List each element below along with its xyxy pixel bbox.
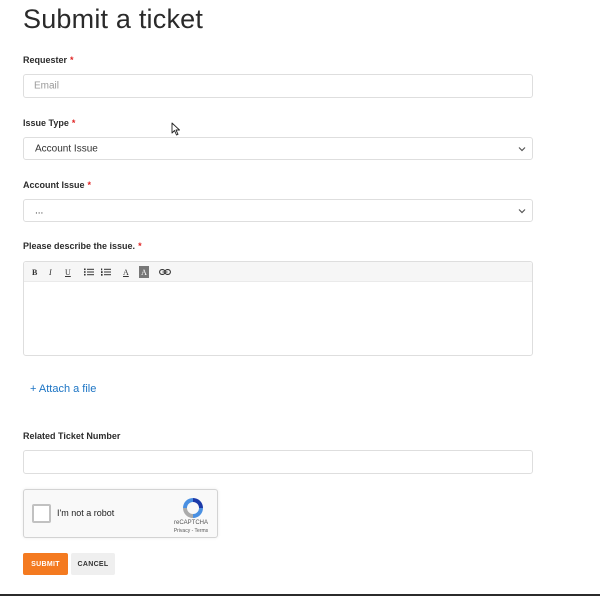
required-mark: * (71, 118, 76, 128)
attach-file-link[interactable]: + Attach a file (30, 383, 96, 395)
account-issue-select[interactable]: ... (23, 199, 533, 222)
recaptcha-logo-icon (183, 498, 203, 518)
italic-button[interactable]: I (49, 266, 52, 278)
bulleted-list-button[interactable] (84, 266, 94, 278)
issue-type-label-text: Issue Type (23, 118, 69, 128)
related-ticket-label: Related Ticket Number (23, 431, 120, 441)
issue-type-label: Issue Type * (23, 118, 75, 128)
description-label-text: Please describe the issue. (23, 241, 136, 251)
chevron-down-icon (518, 146, 526, 151)
related-ticket-label-text: Related Ticket Number (23, 431, 121, 441)
bulleted-list-icon (84, 268, 94, 276)
description-label: Please describe the issue. * (23, 241, 142, 251)
recaptcha-terms-link[interactable]: Privacy - Terms (165, 528, 217, 534)
cancel-button[interactable]: CANCEL (71, 553, 115, 575)
recaptcha-label: I'm not a robot (57, 508, 115, 518)
recaptcha-checkbox[interactable] (32, 504, 51, 523)
link-button[interactable] (159, 266, 171, 278)
requester-email-placeholder: Email (34, 80, 60, 92)
required-mark: * (70, 55, 74, 65)
account-issue-label-text: Account Issue (23, 180, 85, 190)
related-ticket-input[interactable] (23, 450, 533, 474)
mouse-cursor-icon (171, 122, 180, 136)
numbered-list-button[interactable] (101, 266, 111, 278)
chevron-down-icon (518, 208, 526, 213)
account-issue-label: Account Issue * (23, 180, 91, 190)
ticket-form-page: Submit a ticket Requester * Email Issue T… (0, 0, 600, 596)
bold-button[interactable]: B (32, 266, 37, 278)
issue-type-select[interactable]: Account Issue (23, 137, 533, 160)
recaptcha-widget: I'm not a robot reCAPTCHA Privacy - Term… (23, 489, 218, 538)
editor-toolbar: B I U A A (24, 262, 532, 282)
link-icon (159, 269, 171, 275)
page-title: Submit a ticket (23, 4, 204, 34)
requester-email-field[interactable]: Email (23, 74, 533, 98)
numbered-list-icon (101, 268, 111, 276)
highlight-button[interactable]: A (139, 266, 149, 278)
account-issue-selected-value: ... (35, 205, 44, 216)
requester-label: Requester * (23, 55, 74, 65)
issue-type-selected-value: Account Issue (35, 143, 98, 154)
description-editor[interactable]: B I U A A (23, 261, 533, 356)
font-color-button[interactable]: A (123, 266, 129, 278)
underline-button[interactable]: U (65, 266, 71, 278)
requester-label-text: Requester (23, 55, 68, 65)
required-mark: * (87, 180, 92, 190)
recaptcha-brand: reCAPTCHA (173, 520, 208, 526)
required-mark: * (138, 241, 142, 251)
submit-button[interactable]: SUBMIT (23, 553, 68, 575)
